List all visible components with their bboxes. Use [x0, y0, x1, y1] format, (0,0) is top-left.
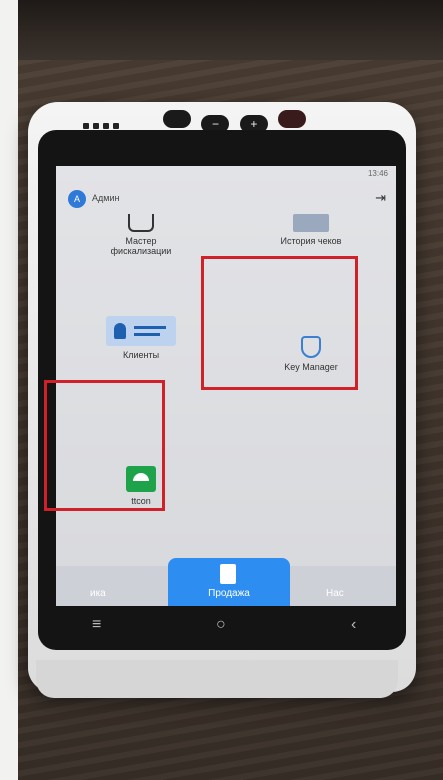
tile-clients[interactable]: Клиенты [66, 316, 216, 360]
menu-icon[interactable]: ≡ [92, 616, 101, 634]
avatar[interactable]: A [68, 190, 86, 208]
tile-receipt-history[interactable]: История чеков [236, 214, 386, 246]
nav-item-label: Продажа [208, 588, 250, 599]
background-top [0, 0, 443, 60]
status-bar: 13:46 [56, 166, 396, 182]
tile-label: Клиенты [122, 350, 160, 360]
tile-label: История чеков [280, 236, 342, 246]
back-icon[interactable]: ‹ [351, 616, 356, 634]
nav-item-sales[interactable]: Продажа [168, 558, 290, 606]
device-base [36, 660, 398, 698]
system-nav: ≡ ○ ‹ [56, 610, 396, 646]
highlight-box-key-manager [201, 256, 358, 390]
receipt-icon [128, 214, 154, 232]
bottom-nav: ика Продажа Нас [56, 558, 396, 606]
username: Админ [92, 193, 120, 203]
highlight-box-ttcon [44, 380, 165, 511]
home-icon[interactable]: ○ [216, 616, 226, 634]
id-card-icon [106, 316, 176, 346]
register-icon [220, 564, 236, 584]
history-icon [293, 214, 329, 232]
tile-label: Мастер [125, 236, 157, 246]
tile-fiscal-wizard[interactable]: Мастер фискализации [66, 214, 216, 256]
status-time: 13:46 [367, 169, 388, 178]
app-header: A Админ ⇥ [56, 186, 396, 212]
power-button[interactable] [278, 110, 307, 128]
tile-label: фискализации [110, 246, 172, 256]
logout-icon[interactable]: ⇥ [375, 190, 386, 206]
nav-item-left[interactable]: ика [90, 588, 106, 599]
nav-item-right[interactable]: Нас [326, 588, 344, 599]
hardware-button[interactable] [163, 110, 191, 128]
white-edge [0, 0, 18, 780]
